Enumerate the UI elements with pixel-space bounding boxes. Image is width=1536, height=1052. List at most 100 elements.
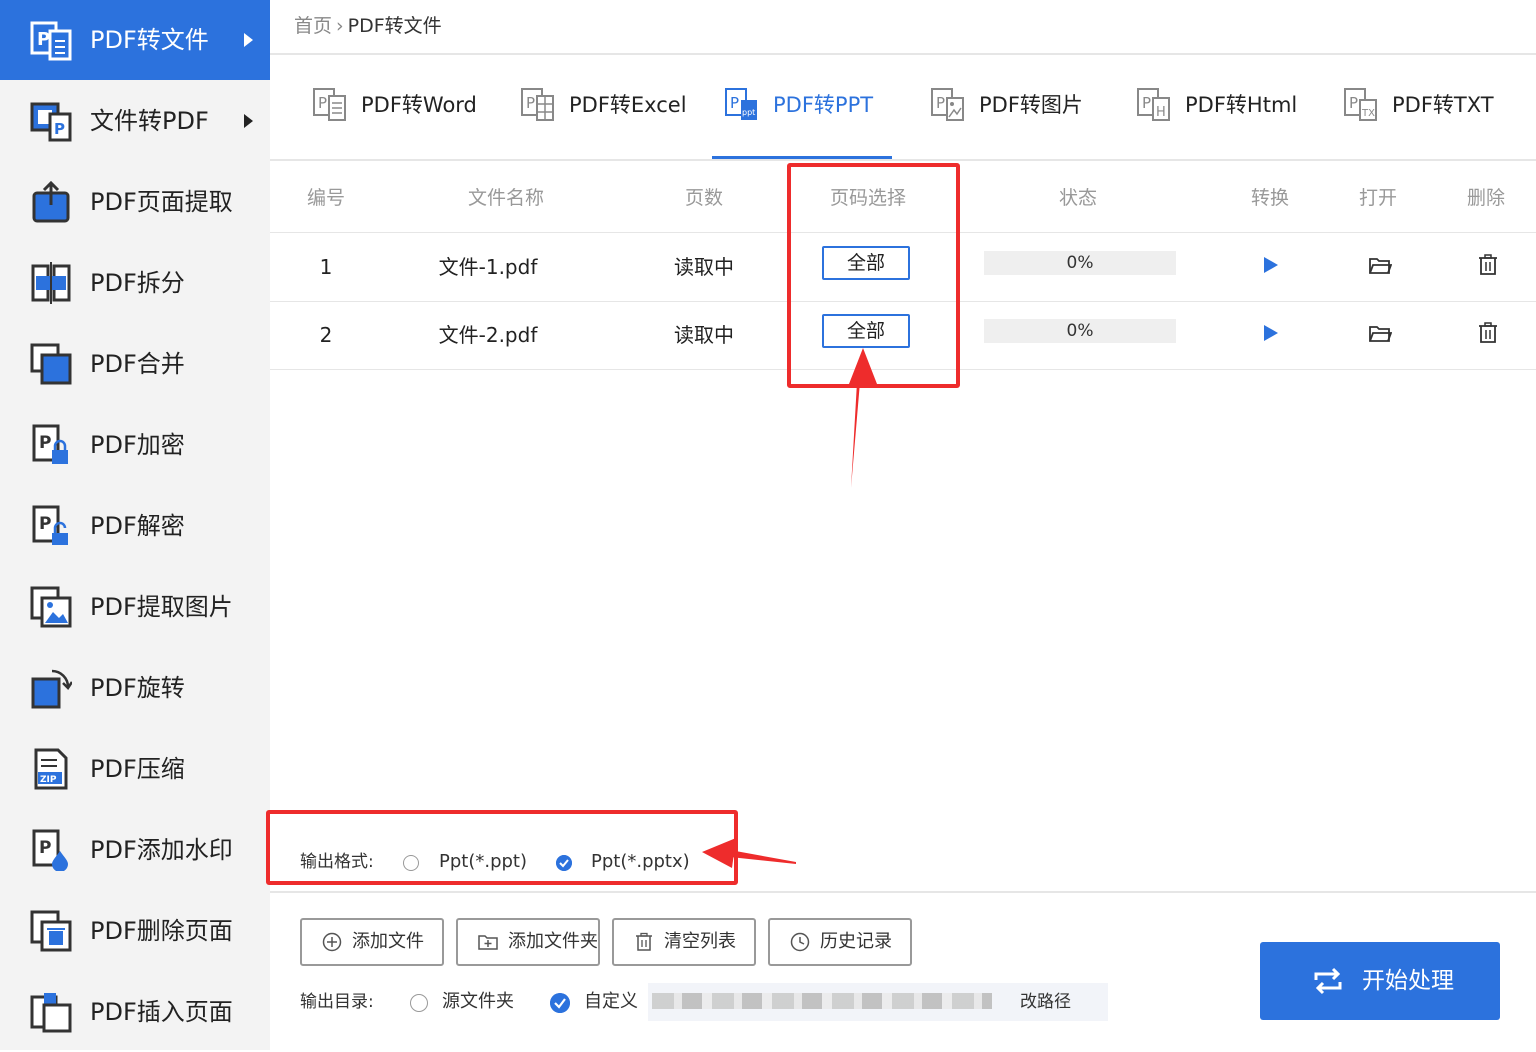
radio-ppt[interactable]: [403, 855, 419, 871]
folder-open-icon[interactable]: [1368, 253, 1392, 277]
column-header-convert: 转换: [1250, 187, 1289, 209]
sidebar-item-label: PDF拆分: [90, 269, 185, 297]
radio-custom-checked-icon[interactable]: [550, 993, 570, 1013]
sidebar-item-label: PDF转文件: [90, 26, 209, 54]
svg-text:P: P: [39, 838, 51, 858]
play-icon[interactable]: [1258, 321, 1282, 345]
divider: [270, 891, 1536, 893]
row-number: 2: [319, 323, 333, 347]
sidebar-item-watermark[interactable]: P PDF添加水印: [0, 810, 270, 890]
start-process-button[interactable]: 开始处理: [1260, 942, 1500, 1020]
rotate-icon: [31, 669, 72, 709]
column-header-filename: 文件名称: [467, 187, 544, 209]
breadcrumb-home[interactable]: 首页: [294, 15, 332, 37]
convert-loop-icon: [1314, 967, 1342, 995]
sidebar-item-rotate[interactable]: PDF旋转: [0, 648, 270, 728]
clock-icon: [790, 932, 810, 952]
chevron-right-icon: [244, 114, 253, 128]
add-folder-button[interactable]: 添加文件夹: [456, 918, 600, 966]
clear-list-label: 清空列表: [664, 931, 736, 952]
add-folder-label: 添加文件夹: [508, 931, 598, 952]
svg-text:P: P: [37, 29, 50, 50]
radio-pptx-label[interactable]: Ppt(*.pptx): [591, 848, 690, 876]
row-number: 1: [319, 255, 333, 279]
breadcrumb-current: PDF转文件: [347, 15, 442, 37]
sidebar-item-label: PDF加密: [90, 431, 185, 459]
sidebar-item-decrypt[interactable]: P PDF解密: [0, 486, 270, 566]
sidebar-item-delete-page[interactable]: PDF删除页面: [0, 891, 270, 971]
svg-text:P: P: [526, 94, 535, 112]
sidebar-item-encrypt[interactable]: P PDF加密: [0, 405, 270, 485]
svg-text:ppt: ppt: [742, 108, 755, 117]
column-header-pages: 页数: [684, 187, 723, 209]
sidebar: P PDF转文件 P 文件转PDF PDF页面提取 PDF拆分 PDF合并 P …: [0, 0, 270, 1050]
sidebar-item-page-extract[interactable]: PDF页面提取: [0, 162, 270, 242]
sidebar-item-compress[interactable]: ZIP PDF压缩: [0, 729, 270, 809]
plus-circle-icon: [322, 932, 342, 952]
sidebar-item-label: PDF删除页面: [90, 917, 233, 945]
radio-pptx-checked-icon[interactable]: [556, 855, 572, 871]
folder-open-icon[interactable]: [1368, 321, 1392, 345]
sidebar-item-image-extract[interactable]: PDF提取图片: [0, 567, 270, 647]
radio-source-folder-label[interactable]: 源文件夹: [442, 988, 514, 1016]
svg-text:P: P: [936, 94, 945, 112]
sidebar-item-split[interactable]: PDF拆分: [0, 243, 270, 323]
sidebar-item-label: PDF合并: [90, 350, 185, 378]
column-header-status: 状态: [1058, 187, 1097, 209]
change-path-button[interactable]: 改路径: [1020, 983, 1071, 1021]
sidebar-item-label: PDF页面提取: [90, 188, 233, 216]
sidebar-item-label: 文件转PDF: [90, 107, 209, 135]
radio-source-folder[interactable]: [410, 994, 428, 1012]
ppt-icon: P ppt: [725, 88, 757, 120]
clear-list-button[interactable]: 清空列表: [612, 918, 756, 966]
svg-text:TX: TX: [1361, 108, 1375, 119]
sidebar-item-merge[interactable]: PDF合并: [0, 324, 270, 404]
tab-label: PDF转图片: [979, 93, 1083, 117]
svg-text:P: P: [54, 120, 65, 138]
tab-label: PDF转TXT: [1392, 93, 1494, 117]
trash-icon[interactable]: [1476, 321, 1500, 345]
column-header-delete: 删除: [1466, 187, 1505, 209]
svg-text:P: P: [1349, 94, 1358, 112]
status-progress: 0%: [984, 319, 1176, 343]
word-icon: P: [313, 88, 346, 121]
divider: [270, 53, 1536, 55]
history-label: 历史记录: [820, 931, 892, 952]
sidebar-item-label: PDF插入页面: [90, 998, 233, 1026]
excel-icon: P: [521, 88, 554, 121]
html-icon: P H: [1137, 88, 1170, 121]
zip-icon: ZIP: [34, 748, 68, 790]
tab-label: PDF转PPT: [773, 93, 874, 117]
svg-text:P: P: [730, 94, 739, 112]
image-icon: P: [931, 88, 964, 121]
encrypt-icon: P: [32, 424, 68, 464]
file-to-pdf-icon: P: [30, 102, 72, 142]
sidebar-item-insert-page[interactable]: PDF插入页面: [0, 972, 270, 1052]
radio-ppt-label[interactable]: Ppt(*.ppt): [439, 848, 527, 876]
sidebar-item-label: PDF旋转: [90, 674, 185, 702]
sidebar-item-label: PDF提取图片: [90, 593, 233, 621]
chevron-right-icon: [244, 33, 253, 47]
delete-page-icon: [30, 910, 72, 952]
image-extract-icon: [30, 586, 72, 628]
add-file-button[interactable]: 添加文件: [300, 918, 444, 966]
folder-plus-icon: [478, 935, 498, 950]
page-count: 读取中: [674, 323, 734, 347]
pdf-to-file-icon: P: [30, 21, 72, 61]
radio-custom-label[interactable]: 自定义: [584, 988, 638, 1016]
output-path-field[interactable]: 改路径: [648, 983, 1108, 1021]
tab-label: PDF转Excel: [569, 93, 687, 117]
history-button[interactable]: 历史记录: [768, 918, 912, 966]
sidebar-item-file-to-pdf[interactable]: P 文件转PDF: [0, 81, 270, 161]
svg-text:P: P: [39, 433, 51, 453]
blurred-path: [652, 993, 992, 1009]
trash-icon[interactable]: [1476, 253, 1500, 277]
start-process-label: 开始处理: [1362, 968, 1454, 994]
sidebar-item-pdf-to-file[interactable]: P PDF转文件: [0, 0, 270, 80]
play-icon[interactable]: [1258, 253, 1282, 277]
column-header-open: 打开: [1358, 187, 1397, 209]
sidebar-item-label: PDF压缩: [90, 755, 185, 783]
split-icon: [31, 262, 71, 304]
output-format-label: 输出格式:: [300, 852, 374, 872]
svg-text:P: P: [318, 94, 327, 112]
